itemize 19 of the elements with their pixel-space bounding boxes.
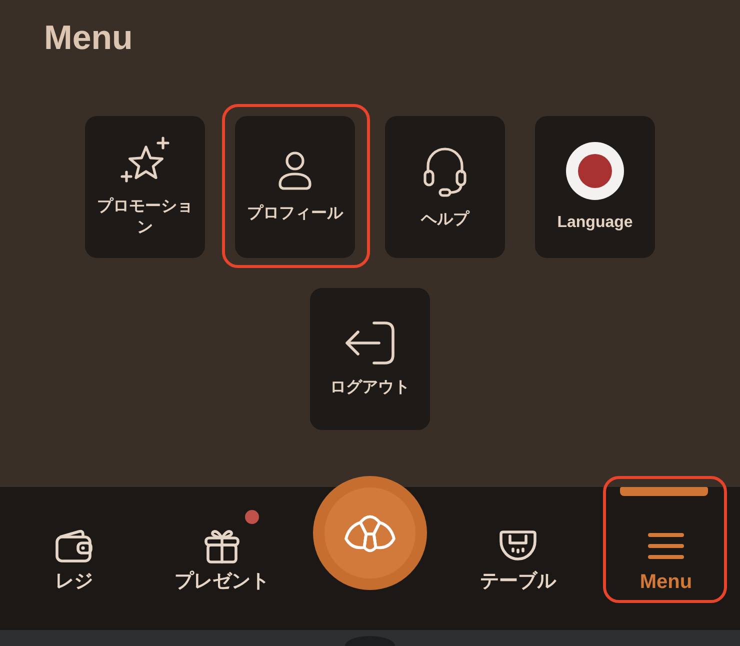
menu-tile[interactable]: Language: [535, 116, 655, 258]
nav-tab[interactable]: テーブル: [480, 528, 556, 594]
gift-icon: [204, 528, 240, 564]
menu-tile[interactable]: プロフィール: [235, 116, 355, 258]
logout-icon: [345, 320, 395, 364]
menu-icon: [647, 532, 685, 560]
flag-icon: [566, 142, 624, 200]
page-title: Menu: [44, 18, 133, 59]
nav-tab[interactable]: レジ: [55, 528, 93, 594]
bowl-icon: [499, 530, 537, 562]
menu-tile[interactable]: ログアウト: [310, 288, 430, 430]
menu-tile[interactable]: プロモーション: [85, 116, 205, 258]
person-icon: [277, 150, 313, 190]
nav-tab[interactable]: Menu: [640, 528, 692, 594]
sparkle-star-icon: [120, 136, 170, 184]
nav-tab[interactable]: プレゼント: [174, 528, 270, 594]
menu-tile[interactable]: ヘルプ: [385, 116, 505, 258]
wallet-icon: [55, 528, 93, 562]
headset-icon: [423, 144, 467, 196]
